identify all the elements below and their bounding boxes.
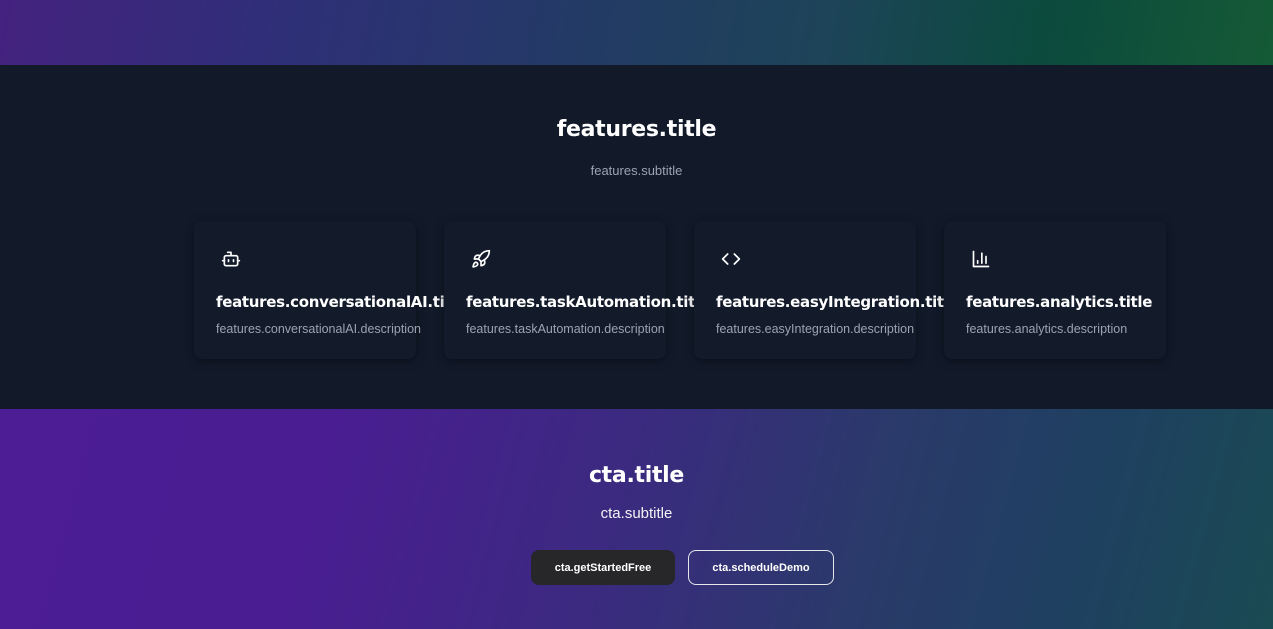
feature-card-conversational-ai: features.conversationalAI.title features…: [194, 221, 466, 359]
feature-card-title: features.easyIntegration.title: [716, 293, 959, 311]
schedule-demo-button[interactable]: cta.scheduleDemo: [688, 550, 834, 585]
bot-icon: [221, 249, 241, 269]
rocket-icon: [471, 249, 491, 269]
feature-card-description: features.conversationalAI.description: [216, 322, 421, 336]
bar-chart-icon: [971, 249, 991, 269]
feature-card-title: features.conversationalAI.title: [216, 293, 467, 311]
hero-gradient-band: [0, 0, 1273, 65]
feature-card-task-automation: features.taskAutomation.title features.t…: [444, 221, 710, 359]
feature-card-title: features.analytics.title: [966, 293, 1153, 311]
code-icon: [721, 249, 741, 269]
feature-card-title: features.taskAutomation.title: [466, 293, 710, 311]
features-subtitle: features.subtitle: [590, 163, 683, 178]
feature-card-description: features.easyIntegration.description: [716, 322, 915, 336]
features-section: features.title features.subtitle feature…: [0, 65, 1273, 409]
feature-card-description: features.taskAutomation.description: [466, 322, 665, 336]
features-title: features.title: [556, 117, 717, 142]
feature-card-description: features.analytics.description: [966, 322, 1128, 336]
cta-section: cta.title cta.subtitle cta.getStartedFre…: [0, 409, 1273, 629]
cta-subtitle: cta.subtitle: [600, 505, 673, 522]
feature-card-analytics: features.analytics.title features.analyt…: [944, 221, 1166, 359]
cta-title: cta.title: [588, 463, 685, 488]
get-started-free-button[interactable]: cta.getStartedFree: [531, 550, 675, 585]
feature-card-easy-integration: features.easyIntegration.title features.…: [694, 221, 959, 359]
